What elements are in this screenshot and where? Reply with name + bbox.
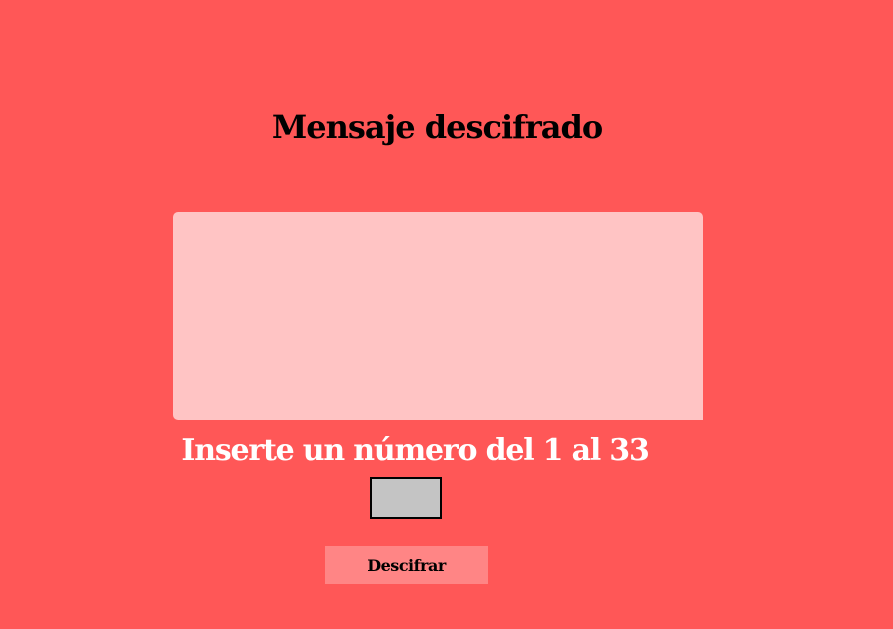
decoded-message-textarea[interactable] [173, 212, 703, 420]
page-title: Mensaje descifrado [271, 108, 603, 146]
number-prompt-label: Inserte un número del 1 al 33 [181, 433, 649, 468]
decode-button[interactable]: Descifrar [325, 546, 488, 584]
number-input[interactable] [370, 477, 442, 519]
